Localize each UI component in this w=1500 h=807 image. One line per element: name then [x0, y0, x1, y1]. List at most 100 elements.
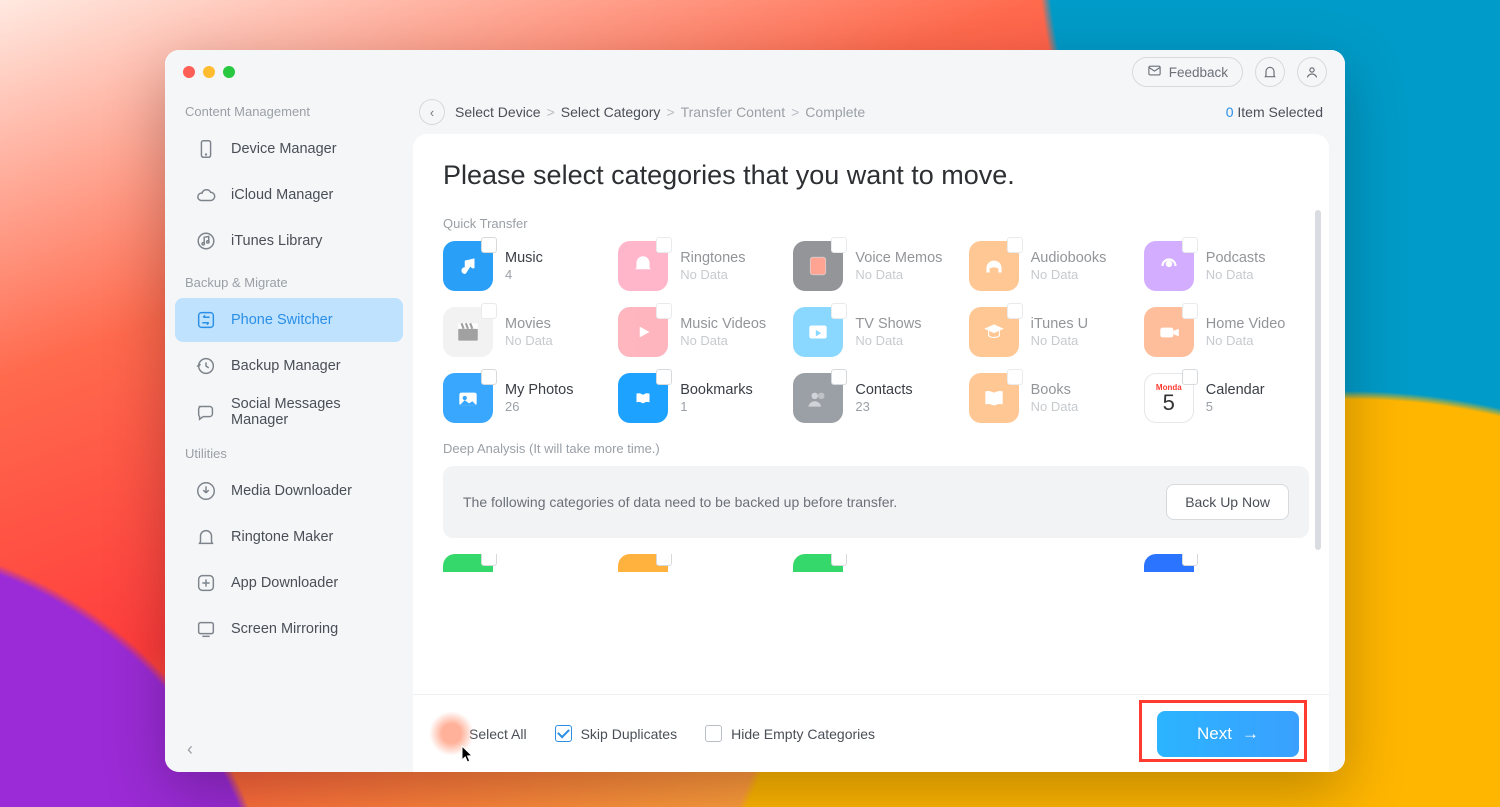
category-tile[interactable] [793, 554, 843, 572]
sidebar-item-screen-mirroring[interactable]: Screen Mirroring [175, 607, 403, 651]
category-contacts[interactable]: Contacts 23 [793, 373, 958, 423]
sidebar-item-label: Device Manager [231, 141, 337, 157]
category-sub: No Data [505, 333, 553, 349]
mirror-icon [195, 618, 217, 640]
main-panel: Feedback ‹ Select Device>Select Category… [413, 50, 1345, 772]
bell-icon [195, 526, 217, 548]
category-books[interactable]: Books No Data [969, 373, 1134, 423]
sidebar-item-media-downloader[interactable]: Media Downloader [175, 469, 403, 513]
category-audiobooks[interactable]: Audiobooks No Data [969, 241, 1134, 291]
arrow-right-icon: → [1242, 724, 1259, 744]
back-button[interactable]: ‹ [419, 99, 445, 125]
sidebar-item-icloud-manager[interactable]: iCloud Manager [175, 173, 403, 217]
category-sub: 5 [1206, 399, 1265, 415]
category-tile[interactable] [443, 554, 493, 572]
category-checkbox[interactable] [831, 369, 847, 385]
category-checkbox[interactable] [481, 303, 497, 319]
breadcrumb-sep: > [791, 104, 799, 120]
category-checkbox[interactable] [1182, 237, 1198, 253]
category-home-video[interactable]: Home Video No Data [1144, 307, 1309, 357]
itunes-icon [195, 230, 217, 252]
profile-button[interactable] [1297, 57, 1327, 87]
sidebar-section-label: Utilities [165, 436, 413, 467]
close-window-button[interactable] [183, 66, 195, 78]
category-tile[interactable] [1144, 554, 1194, 572]
mail-icon [1147, 63, 1162, 81]
category-ringtones[interactable]: Ringtones No Data [618, 241, 783, 291]
category-checkbox[interactable] [1007, 237, 1023, 253]
category-bookmarks[interactable]: Bookmarks 1 [618, 373, 783, 423]
category-name: Movies [505, 315, 553, 333]
category-itunes-u[interactable]: iTunes U No Data [969, 307, 1134, 357]
category-my-photos[interactable]: My Photos 26 [443, 373, 608, 423]
breadcrumb: Select Device>Select Category>Transfer C… [455, 104, 865, 120]
sidebar-item-app-downloader[interactable]: App Downloader [175, 561, 403, 605]
feedback-label: Feedback [1169, 65, 1228, 80]
category-music-videos[interactable]: Music Videos No Data [618, 307, 783, 357]
minimize-window-button[interactable] [203, 66, 215, 78]
category-checkbox[interactable] [656, 303, 672, 319]
skip-duplicates-checkbox[interactable]: Skip Duplicates [555, 725, 678, 742]
category-checkbox[interactable] [1007, 303, 1023, 319]
category-voice-memos[interactable]: Voice Memos No Data [793, 241, 958, 291]
category-sub: 1 [680, 399, 753, 415]
category-checkbox[interactable] [481, 369, 497, 385]
category-checkbox[interactable] [656, 369, 672, 385]
category-checkbox[interactable] [481, 554, 497, 566]
skip-duplicates-label: Skip Duplicates [581, 726, 678, 742]
selected-count-label: Item Selected [1237, 104, 1323, 120]
category-podcasts[interactable]: Podcasts No Data [1144, 241, 1309, 291]
page-title: Please select categories that you want t… [443, 160, 1301, 191]
category-name: Calendar [1206, 381, 1265, 399]
category-checkbox[interactable] [1182, 303, 1198, 319]
maximize-window-button[interactable] [223, 66, 235, 78]
category-checkbox[interactable] [656, 554, 672, 566]
category-sub: 26 [505, 399, 574, 415]
category-checkbox[interactable] [831, 554, 847, 566]
category-tv-shows[interactable]: TV Shows No Data [793, 307, 958, 357]
breadcrumb-step: Complete [805, 104, 865, 120]
category-name: Books [1031, 381, 1079, 399]
feedback-button[interactable]: Feedback [1132, 57, 1243, 87]
sidebar-item-label: iTunes Library [231, 233, 322, 249]
category-sub: 23 [855, 399, 912, 415]
sidebar-item-backup-manager[interactable]: Backup Manager [175, 344, 403, 388]
quick-transfer-label: Quick Transfer [443, 216, 1309, 231]
category-checkbox[interactable] [831, 237, 847, 253]
select-all-checkbox[interactable]: Select All [443, 725, 527, 742]
sidebar-item-label: Social Messages Manager [231, 396, 383, 428]
category-tile[interactable] [618, 554, 668, 572]
next-button[interactable]: Next → [1157, 711, 1299, 757]
breadcrumb-sep: > [547, 104, 555, 120]
category-sub: No Data [1031, 399, 1079, 415]
category-checkbox[interactable] [1182, 369, 1198, 385]
sidebar-item-itunes-library[interactable]: iTunes Library [175, 219, 403, 263]
sidebar-item-ringtone-maker[interactable]: Ringtone Maker [175, 515, 403, 559]
scrollbar[interactable] [1315, 210, 1321, 550]
category-checkbox[interactable] [1007, 369, 1023, 385]
sidebar-item-phone-switcher[interactable]: Phone Switcher [175, 298, 403, 342]
sidebar-item-device-manager[interactable]: Device Manager [175, 127, 403, 171]
sidebar-item-label: Screen Mirroring [231, 621, 338, 637]
category-movies[interactable]: Movies No Data [443, 307, 608, 357]
sidebar-item-social-messages[interactable]: Social Messages Manager [175, 390, 403, 434]
bookmarks-icon [618, 373, 668, 423]
deep-analysis-label: Deep Analysis (It will take more time.) [443, 441, 1309, 456]
category-checkbox[interactable] [831, 303, 847, 319]
top-bar: Feedback [413, 50, 1345, 94]
category-sub: No Data [1031, 333, 1088, 349]
category-calendar[interactable]: Monda 5 Calendar 5 [1144, 373, 1309, 423]
hide-empty-checkbox[interactable]: Hide Empty Categories [705, 725, 875, 742]
category-name: My Photos [505, 381, 574, 399]
category-scroll-area: Quick Transfer Music 4 Ringtones No Data… [443, 210, 1309, 694]
category-checkbox[interactable] [656, 237, 672, 253]
breadcrumb-step: Select Device [455, 104, 541, 120]
category-checkbox[interactable] [481, 237, 497, 253]
sidebar-item-label: Phone Switcher [231, 312, 333, 328]
sidebar-collapse-button[interactable]: ‹ [165, 726, 413, 772]
category-name: TV Shows [855, 315, 921, 333]
backup-now-button[interactable]: Back Up Now [1166, 484, 1289, 520]
category-music[interactable]: Music 4 [443, 241, 608, 291]
category-checkbox[interactable] [1182, 554, 1198, 566]
notifications-button[interactable] [1255, 57, 1285, 87]
